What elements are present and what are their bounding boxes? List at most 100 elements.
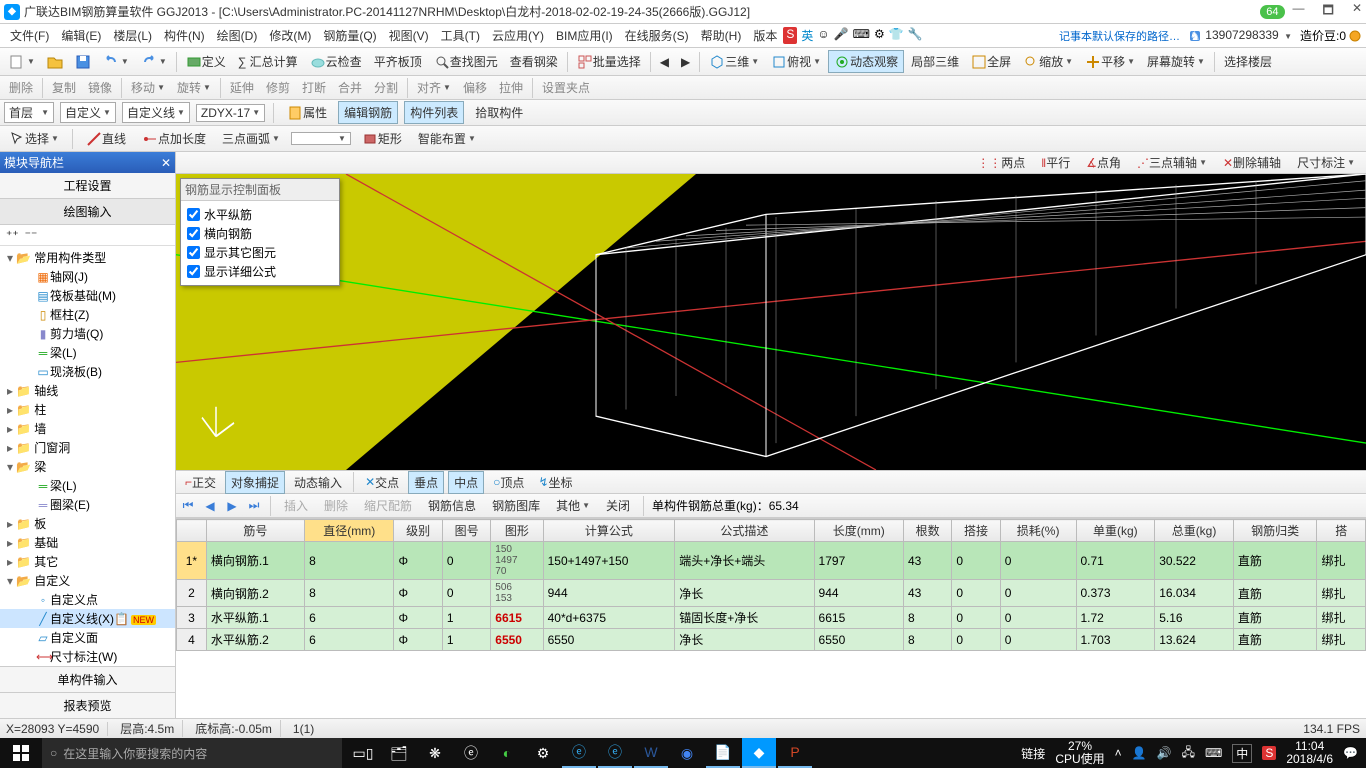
table-cell[interactable]: 锚固长度+净长 [675,607,814,629]
table-cell[interactable]: 6550 [543,629,675,651]
table-cell[interactable]: 1 [442,629,490,651]
open-button[interactable] [42,52,68,72]
table-cell[interactable]: 13.624 [1155,629,1234,651]
tree-beam[interactable]: ═梁(L) [0,343,175,362]
table-cell[interactable]: 端头+净长+端头 [675,542,814,580]
menu-component[interactable]: 构件(N) [158,25,211,46]
ime-shirt-icon[interactable]: 👕 [889,27,904,44]
tray-cpu[interactable]: 27%CPU使用 [1055,740,1104,766]
table-cell[interactable]: 绑扎 [1317,629,1366,651]
split-action[interactable]: 分割 [369,77,403,98]
table-cell[interactable]: 506153 [491,580,543,607]
prev-record[interactable]: ◀ [202,498,218,514]
settings-icon[interactable]: ⚙ [526,738,560,768]
menu-floor[interactable]: 楼层(L) [107,25,158,46]
snap-intersection[interactable]: ✕交点 [360,472,404,493]
menu-draw[interactable]: 绘图(D) [211,25,264,46]
snap-coord[interactable]: ↯坐标 [533,472,577,493]
ime-smile-icon[interactable]: ☺ [817,27,829,44]
rebar-info[interactable]: 钢筋信息 [423,495,481,516]
break-action[interactable]: 打断 [297,77,331,98]
merge-action[interactable]: 合并 [333,77,367,98]
col-header[interactable]: 钢筋归类 [1233,520,1317,542]
col-header[interactable]: 损耗(%) [1000,520,1076,542]
table-cell[interactable]: 净长 [675,629,814,651]
explorer-icon[interactable]: 🗂 [382,738,416,768]
new-button[interactable]: ▼ [4,52,40,72]
maximize-button[interactable]: 🗖 [1323,1,1334,22]
table-cell[interactable]: 直筋 [1233,542,1317,580]
menu-edit[interactable]: 编辑(E) [55,25,107,46]
tree-column[interactable]: ▯框柱(Z) [0,305,175,324]
tree-group-slab[interactable]: ▸📁 板 [0,514,175,533]
menu-help[interactable]: 帮助(H) [695,25,748,46]
cb-show-formula[interactable] [187,265,200,278]
ime-mic-icon[interactable]: 🎤 [834,27,849,44]
tray-notifications-icon[interactable]: 💬 [1343,746,1358,760]
3d-button[interactable]: 三维▼ [704,51,764,72]
table-cell[interactable]: 0 [1000,629,1076,651]
tray-people-icon[interactable]: 👤 [1132,746,1147,760]
blank-combo[interactable]: ▼ [291,132,351,145]
col-header[interactable]: 图号 [442,520,490,542]
zaojiadou[interactable]: 造价豆:0 [1300,27,1362,44]
play-record[interactable]: ▶ [224,498,240,514]
edge-icon[interactable]: ⓔ [562,738,596,768]
select-tool[interactable]: 选择▼ [4,128,64,149]
table-cell[interactable]: 0 [952,542,1000,580]
next-button[interactable]: ▶ [676,53,695,71]
table-cell[interactable]: 0 [1000,542,1076,580]
copy-action[interactable]: 复制 [47,77,81,98]
cloud-check-button[interactable]: 云检查 [305,51,367,72]
table-cell[interactable]: 6550 [814,629,903,651]
tree-group-other[interactable]: ▸📁 其它 [0,552,175,571]
table-cell[interactable]: 1* [177,542,207,580]
extend-action[interactable]: 延伸 [225,77,259,98]
table-cell[interactable]: 0 [1000,607,1076,629]
close-button[interactable]: ✕ [1352,1,1362,22]
col-header[interactable]: 单重(kg) [1076,520,1155,542]
table-cell[interactable]: 横向钢筋.2 [206,580,304,607]
ortho-toggle[interactable]: ⌐正交 [180,472,221,493]
notepad-icon[interactable]: 📄 [706,738,740,768]
word-icon[interactable]: W [634,738,668,768]
col-header[interactable]: 长度(mm) [814,520,903,542]
table-cell[interactable]: 直筋 [1233,580,1317,607]
rect-tool[interactable]: 矩形 [357,128,407,149]
delete-row[interactable]: 删除 [319,495,353,516]
table-cell[interactable]: 绑扎 [1317,607,1366,629]
table-cell[interactable]: 绑扎 [1317,542,1366,580]
table-cell[interactable]: 4 [177,629,207,651]
collapse-icon[interactable]: ⁻⁻ [25,228,38,242]
col-header[interactable]: 公式描述 [675,520,814,542]
table-cell[interactable]: 6 [305,607,394,629]
tree-raft[interactable]: ▤筏板基础(M) [0,286,175,305]
nav-single-input[interactable]: 单构件输入 [0,666,175,692]
tree-group-axis[interactable]: ▸📁 轴线 [0,381,175,400]
save-button[interactable] [70,52,96,72]
view-rebar-button[interactable]: 查看钢梁 [505,51,563,72]
table-row[interactable]: 4水平纵筋.26Φ165506550净长65508001.70313.624直筋… [177,629,1366,651]
close-panel[interactable]: 关闭 [601,495,635,516]
table-cell[interactable]: 16.034 [1155,580,1234,607]
property-button[interactable]: 属性 [282,102,332,123]
tree-slab[interactable]: ▭现浇板(B) [0,362,175,381]
tree-group-column[interactable]: ▸📁 柱 [0,400,175,419]
minimize-button[interactable]: — [1293,1,1305,22]
browser360-icon[interactable]: ◐ [490,738,524,768]
ime-en-icon[interactable]: 英 [801,27,813,44]
define-button[interactable]: 定义 [181,51,231,72]
redo-button[interactable]: ▼ [136,52,172,72]
rebar-display-panel[interactable]: 钢筋显示控制面板 水平纵筋 横向钢筋 显示其它图元 显示详细公式 [180,178,340,286]
align-action[interactable]: 对齐▼ [412,77,456,98]
menu-modify[interactable]: 修改(M) [263,25,317,46]
ime-wrench-icon[interactable]: 🔧 [908,27,923,44]
table-cell[interactable]: 3 [177,607,207,629]
col-header[interactable]: 计算公式 [543,520,675,542]
category-combo[interactable]: 自定义▼ [60,102,116,123]
chrome-icon[interactable]: ◉ [670,738,704,768]
rebar-library[interactable]: 钢筋图库 [487,495,545,516]
table-cell[interactable]: 1.72 [1076,607,1155,629]
ggj-icon[interactable]: ◆ [742,738,776,768]
rotate-action[interactable]: 旋转▼ [172,77,216,98]
